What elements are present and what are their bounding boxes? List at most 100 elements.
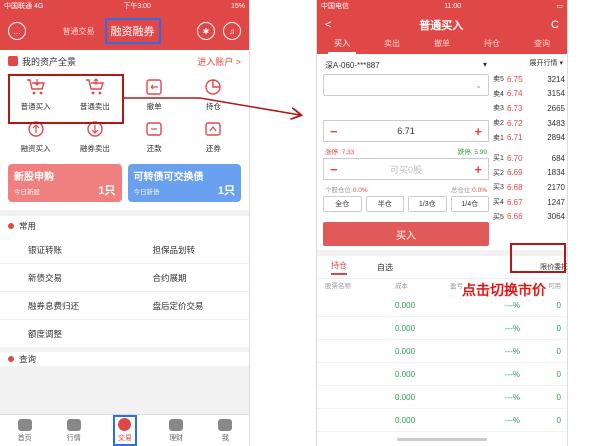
list-item-contract-extend[interactable]: 合约展期 bbox=[124, 264, 249, 292]
bid-row[interactable]: 买2 6.69 1834 bbox=[493, 166, 567, 181]
price-plus-button[interactable]: + bbox=[474, 124, 482, 139]
total-ratio-label: 总仓位: bbox=[450, 187, 473, 194]
tab-cancel[interactable]: 撤单 bbox=[428, 38, 456, 52]
ask-row[interactable]: 卖1 6.71 2894 bbox=[493, 130, 567, 145]
bid-row[interactable]: 买3 6.68 2170 bbox=[493, 180, 567, 195]
grid-item-repay[interactable]: 还款 bbox=[125, 118, 184, 154]
price-value[interactable]: 6.71 bbox=[397, 126, 415, 136]
banner-row: 新股申购 今日新股 1只 可转债可交换债 今日新债 1只 bbox=[0, 160, 249, 210]
table-row[interactable]: 0.000 ---% 0 bbox=[317, 317, 567, 340]
third-position-button[interactable]: 1/3仓 bbox=[408, 196, 447, 212]
annotation-text: 点击切换市价 bbox=[462, 282, 546, 298]
tab-wealth[interactable]: 理财 bbox=[166, 418, 186, 444]
table-row[interactable]: 0.000 ---% 0 bbox=[317, 340, 567, 363]
tab-position[interactable]: 持仓 bbox=[478, 38, 506, 52]
table-row[interactable]: 0.000 ---% 0 bbox=[317, 409, 567, 432]
tab-trade[interactable]: 交易 bbox=[112, 415, 137, 446]
back-icon[interactable]: < bbox=[325, 19, 331, 31]
trade-tabs: 买入 卖出 撤单 持仓 查询 bbox=[317, 38, 567, 54]
price-stepper[interactable]: − 6.71 + bbox=[323, 120, 489, 142]
q-vol: 1834 bbox=[547, 168, 565, 178]
refresh-icon[interactable]: C bbox=[551, 19, 559, 31]
grid-item-cancel[interactable]: 撤单 bbox=[125, 76, 184, 112]
ask-row[interactable]: 卖4 6.74 3154 bbox=[493, 87, 567, 102]
list-item-quota-adjust[interactable]: 额度调整 bbox=[0, 320, 125, 348]
table-row[interactable]: 0.000 ---% 0 bbox=[317, 386, 567, 409]
q-price: 6.73 bbox=[507, 103, 523, 113]
full-position-button[interactable]: 全仓 bbox=[323, 196, 362, 212]
tab-buy[interactable]: 买入 bbox=[328, 38, 356, 54]
q-vol: 3154 bbox=[547, 89, 565, 99]
tab-normal-trade[interactable]: 普通交易 bbox=[63, 26, 95, 37]
tab-favorites[interactable]: 自选 bbox=[377, 262, 393, 273]
trade-header: … 普通交易 融资融券 ✱ ♫ bbox=[0, 12, 249, 50]
grid-label: 持仓 bbox=[205, 102, 221, 111]
tab-query[interactable]: 查询 bbox=[528, 38, 556, 52]
list-item-new-bond[interactable]: 新债交易 bbox=[0, 264, 125, 292]
section-dot-icon bbox=[8, 223, 14, 229]
price-minus-button[interactable]: − bbox=[330, 124, 338, 139]
cell-pct: ---% bbox=[504, 300, 520, 310]
buy-button[interactable]: 买入 bbox=[323, 222, 489, 246]
grid-label: 融资买入 bbox=[20, 144, 51, 153]
grid-label: 撤单 bbox=[146, 102, 162, 111]
left-phone: 中国联通 4G 下午3:00 15% … 普通交易 融资融券 ✱ ♫ 我的资产全… bbox=[0, 0, 250, 446]
quarter-position-button[interactable]: 1/4仓 bbox=[450, 196, 489, 212]
bid-row[interactable]: 买4 6.67 1247 bbox=[493, 195, 567, 210]
q-vol: 684 bbox=[551, 153, 565, 163]
half-position-button[interactable]: 半仓 bbox=[365, 196, 404, 212]
qty-minus-button[interactable]: − bbox=[330, 162, 338, 177]
support-icon[interactable]: ♫ bbox=[223, 22, 241, 40]
q-label: 卖1 bbox=[493, 134, 504, 142]
q-price: 6.75 bbox=[507, 74, 523, 84]
ask-row[interactable]: 卖5 6.75 3214 bbox=[493, 72, 567, 87]
tab-me[interactable]: 我 bbox=[215, 418, 235, 444]
chevron-down-icon: ⌄ bbox=[475, 80, 482, 90]
tab-market[interactable]: 行情 bbox=[64, 418, 84, 444]
ask-row[interactable]: 卖3 6.73 2665 bbox=[493, 101, 567, 116]
bid-row[interactable]: 买5 6.66 3064 bbox=[493, 209, 567, 224]
stock-code-input[interactable]: ⌄ bbox=[323, 74, 489, 96]
bond-banner[interactable]: 可转债可交换债 今日新债 1只 bbox=[127, 164, 241, 202]
column-header: 股票名称 bbox=[325, 283, 351, 290]
asset-overview[interactable]: 我的资产全景 进入账户 > bbox=[0, 50, 249, 72]
account-number: 深A-060-***887 bbox=[325, 61, 380, 70]
cell-cost: 0.000 bbox=[395, 346, 416, 356]
bid-row[interactable]: 买1 6.70 684 bbox=[493, 151, 567, 166]
message-icon[interactable]: … bbox=[8, 22, 26, 40]
list-item-bank-transfer[interactable]: 银证转账 bbox=[0, 236, 125, 264]
grid-item-return-stock[interactable]: 还券 bbox=[184, 118, 243, 154]
common-section: 常用 银证转账 担保品划转 新债交易 合约展期 融券息费归还 盘后定价交易 额度… bbox=[0, 216, 249, 348]
q-vol: 2665 bbox=[547, 103, 565, 113]
function-grid: 普通买入 普通卖出 撤单 持仓 融资买入 融券卖出 还款 还券 bbox=[0, 72, 249, 160]
chart-icon bbox=[66, 418, 81, 431]
grid-item-position[interactable]: 持仓 bbox=[184, 76, 243, 112]
common-title: 常用 bbox=[19, 221, 37, 231]
ipo-banner[interactable]: 新股申购 今日新股 1只 bbox=[8, 164, 122, 202]
ask-row[interactable]: 卖2 6.72 3483 bbox=[493, 116, 567, 131]
list-item-fee-return[interactable]: 融券息费归还 bbox=[0, 292, 125, 320]
cell-avail: 0 bbox=[556, 323, 561, 333]
list-item-after-hours[interactable]: 盘后定价交易 bbox=[124, 292, 249, 320]
quantity-stepper[interactable]: − 可买0股 + bbox=[323, 158, 489, 180]
tab-holdings[interactable]: 持仓 bbox=[331, 260, 347, 275]
enter-account-link[interactable]: 进入账户 > bbox=[197, 55, 241, 68]
expand-quotes[interactable]: 展开行情 ▾ bbox=[493, 58, 567, 72]
q-price: 6.66 bbox=[507, 212, 523, 222]
q-label: 卖4 bbox=[493, 90, 504, 98]
tab-home[interactable]: 首页 bbox=[15, 418, 35, 444]
list-item-collateral-transfer[interactable]: 担保品划转 bbox=[124, 236, 249, 264]
settings-icon[interactable]: ✱ bbox=[197, 22, 215, 40]
tab-sell[interactable]: 卖出 bbox=[378, 38, 406, 52]
table-row[interactable]: 0.000 ---% 0 bbox=[317, 363, 567, 386]
tab-margin-trade[interactable]: 融资融券 bbox=[104, 18, 161, 44]
account-select[interactable]: 深A-060-***887 ▾ bbox=[321, 58, 491, 72]
wallet-icon bbox=[8, 56, 18, 66]
status-bar: 中国电信 11:00 ▭ bbox=[317, 0, 567, 12]
position-ratio: 个股仓位:0.0% 总仓位:0.0% bbox=[321, 182, 491, 194]
cell-avail: 0 bbox=[556, 392, 561, 402]
q-label: 买2 bbox=[493, 169, 504, 177]
qty-plus-button[interactable]: + bbox=[474, 162, 482, 177]
quantity-input[interactable]: 可买0股 bbox=[390, 163, 422, 176]
tab-label: 行情 bbox=[66, 434, 81, 442]
